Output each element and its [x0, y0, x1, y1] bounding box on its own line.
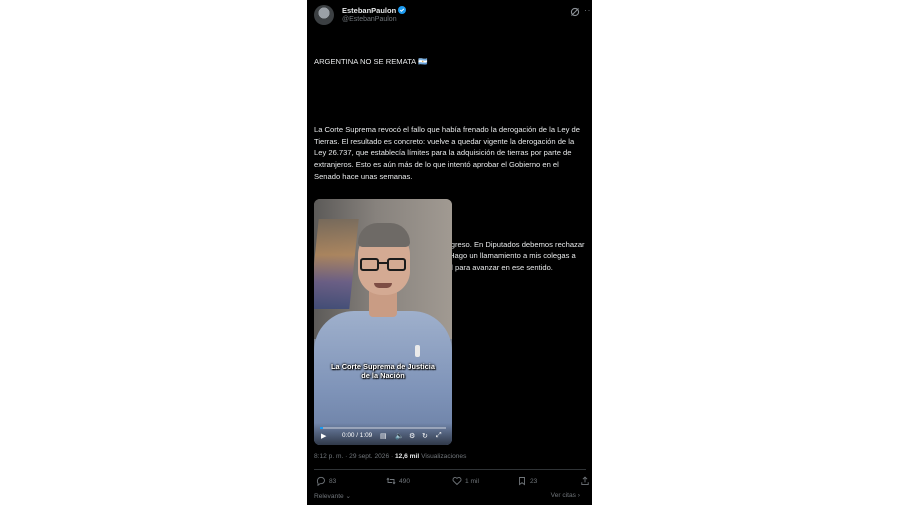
tweet-meta: 8:12 p. m. · 29 sept. 2026 · 12,6 mil Vi…	[314, 453, 466, 460]
glasses-bridge	[379, 262, 387, 264]
reply-button[interactable]: 83	[316, 475, 336, 487]
avatar[interactable]	[314, 5, 334, 25]
play-icon[interactable]: ▶	[321, 432, 326, 440]
lapel-pin	[415, 345, 420, 357]
left-lens	[360, 258, 379, 271]
caption-line-1: La Corte Suprema de Justicia	[331, 362, 435, 371]
repost-button[interactable]: 490	[386, 475, 410, 487]
action-bar: 83 490 1 mil 23	[314, 475, 589, 489]
view-quotes-label: Ver citas	[550, 492, 576, 499]
like-count: 1 mil	[465, 477, 479, 485]
video-player[interactable]: La Corte Suprema de Justicia de la Nació…	[314, 199, 452, 445]
author-handle[interactable]: @EstebanPaulon	[342, 16, 397, 23]
captions-icon[interactable]: ▤	[380, 432, 387, 440]
video-time: 0:00 / 1:09	[342, 432, 373, 439]
chevron-right-icon: ›	[577, 492, 580, 499]
chevron-down-icon: ⌄	[345, 493, 352, 500]
bookmark-count: 23	[530, 477, 538, 485]
reply-icon	[316, 476, 325, 486]
views-label: Visualizaciones	[421, 453, 467, 460]
views-count: 12,6 mil	[395, 453, 420, 460]
tweet-timestamp[interactable]: 8:12 p. m. · 29 sept. 2026 ·	[314, 453, 393, 460]
video-progress-bar[interactable]	[320, 427, 446, 429]
tweet-paragraph-2: La Corte Suprema revocó el fallo que hab…	[314, 125, 582, 181]
tweet-paragraph-1: ARGENTINA NO SE REMATA 🇦🇷	[314, 57, 428, 67]
video-progress-fill	[320, 427, 323, 429]
repost-icon	[386, 477, 396, 485]
fullscreen-icon[interactable]: ⤢	[436, 432, 442, 440]
like-button[interactable]: 1 mil	[452, 475, 479, 487]
view-quotes-link[interactable]: Ver citas ›	[551, 492, 580, 499]
share-icon	[581, 476, 589, 486]
right-lens	[387, 258, 406, 271]
author-display-name[interactable]: EstebanPaulon	[342, 6, 396, 15]
video-caption: La Corte Suprema de Justicia de la Nació…	[314, 362, 452, 380]
caption-line-2: de la Nación	[361, 371, 405, 380]
volume-icon[interactable]: 🔈	[395, 432, 404, 440]
loop-icon[interactable]: ↻	[422, 432, 428, 440]
grok-icon[interactable]	[570, 7, 580, 17]
relevance-sort-dropdown[interactable]: Relevante ⌄	[314, 492, 351, 500]
repost-count: 490	[399, 477, 411, 485]
bookmark-icon	[519, 477, 525, 486]
bookmark-button[interactable]: 23	[517, 475, 537, 487]
verified-badge-icon	[398, 6, 406, 14]
tweet-footer: Relevante ⌄ Ver citas ›	[314, 492, 586, 502]
glasses	[360, 258, 408, 272]
relevance-label: Relevante	[314, 493, 344, 500]
settings-icon[interactable]: ⚙	[409, 432, 415, 440]
tweet-header: EstebanPaulon @EstebanPaulon ···	[314, 5, 592, 29]
divider	[314, 469, 586, 470]
reply-count: 83	[329, 477, 337, 485]
video-controls: ▶ 0:00 / 1:09 ▤ 🔈 ⚙ ↻ ⤢	[314, 423, 452, 445]
speaker-hair	[358, 223, 410, 247]
speaker-mouth	[374, 283, 392, 288]
tweet-card: EstebanPaulon @EstebanPaulon ··· ARGENTI…	[307, 0, 592, 505]
heart-icon	[452, 477, 462, 486]
more-options-icon[interactable]: ···	[584, 5, 592, 15]
share-button[interactable]	[580, 475, 590, 487]
